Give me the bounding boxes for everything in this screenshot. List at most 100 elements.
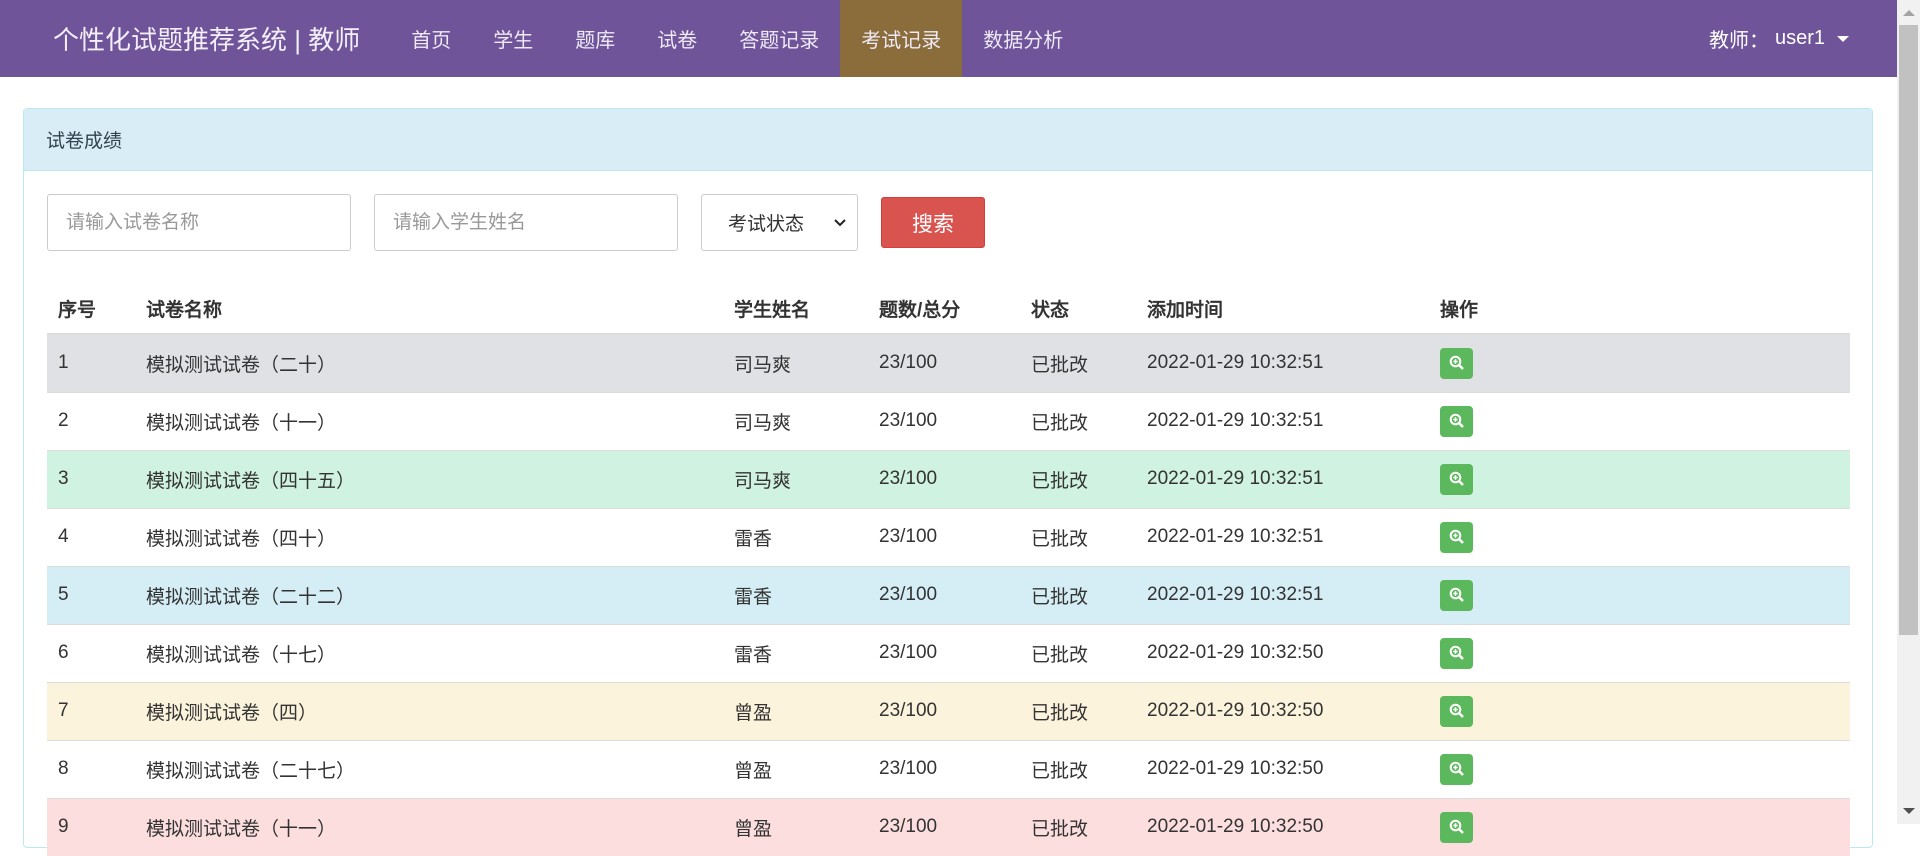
cell-action (1429, 739, 1850, 798)
cell-score: 23/100 (868, 507, 1020, 566)
table-row: 3 模拟测试试卷（四十五） 司马爽 23/100 已批改 2022-01-29 10:32… (47, 449, 1850, 508)
view-detail-button[interactable] (1440, 695, 1473, 727)
zoom-in-icon (1449, 645, 1464, 660)
cell-time: 2022-01-29 10:32:51 (1136, 391, 1429, 450)
nav-item[interactable]: 首页 (390, 0, 472, 77)
filter-bar: 考试状态 搜索 (47, 194, 985, 251)
caret-down-icon (1837, 35, 1849, 42)
cell-time: 2022-01-29 10:32:50 (1136, 797, 1429, 856)
view-detail-button[interactable] (1440, 347, 1473, 379)
cell-paper: 模拟测试试卷（二十七） (135, 739, 723, 798)
zoom-in-icon (1449, 413, 1464, 428)
table-row: 1 模拟测试试卷（二十） 司马爽 23/100 已批改 2022-01-29 10:32:… (47, 333, 1850, 392)
zoom-in-icon (1449, 471, 1464, 486)
table-row: 2 模拟测试试卷（十一） 司马爽 23/100 已批改 2022-01-29 10:32:… (47, 391, 1850, 450)
table-row: 9 模拟测试试卷（十一） 曾盈 23/100 已批改 2022-01-29 10:32:5… (47, 797, 1850, 856)
cell-status: 已批改 (1020, 391, 1136, 450)
cell-paper: 模拟测试试卷（四十） (135, 507, 723, 566)
cell-status: 已批改 (1020, 797, 1136, 856)
cell-status: 已批改 (1020, 507, 1136, 566)
chevron-down-icon (834, 218, 846, 226)
nav-item[interactable]: 学生 (472, 0, 554, 77)
cell-no: 8 (47, 739, 135, 798)
cell-no: 1 (47, 333, 135, 392)
zoom-in-icon (1449, 703, 1464, 718)
cell-score: 23/100 (868, 391, 1020, 450)
cell-time: 2022-01-29 10:32:50 (1136, 623, 1429, 682)
column-header: 操作 (1429, 284, 1850, 335)
cell-no: 6 (47, 623, 135, 682)
view-detail-button[interactable] (1440, 753, 1473, 785)
nav-item[interactable]: 答题记录 (718, 0, 840, 77)
cell-score: 23/100 (868, 449, 1020, 508)
exam-status-value: 考试状态 (728, 214, 805, 235)
cell-time: 2022-01-29 10:32:50 (1136, 739, 1429, 798)
zoom-in-icon (1449, 819, 1464, 835)
zoom-in-icon (1449, 529, 1464, 544)
scrollbar-thumb[interactable] (1899, 25, 1918, 635)
paper-name-input[interactable] (47, 194, 351, 251)
cell-student: 曾盈 (723, 797, 868, 856)
exam-status-select[interactable]: 考试状态 (701, 194, 858, 251)
cell-no: 5 (47, 565, 135, 624)
cell-action (1429, 623, 1850, 682)
cell-status: 已批改 (1020, 449, 1136, 508)
scroll-down-icon[interactable] (1903, 808, 1915, 814)
cell-time: 2022-01-29 10:32:51 (1136, 333, 1429, 392)
cell-no: 7 (47, 681, 135, 740)
cell-student: 司马爽 (723, 333, 868, 392)
column-header: 试卷名称 (135, 284, 723, 335)
cell-status: 已批改 (1020, 623, 1136, 682)
view-detail-button[interactable] (1440, 463, 1473, 495)
cell-action (1429, 333, 1850, 392)
nav-item[interactable]: 题库 (554, 0, 636, 77)
cell-student: 司马爽 (723, 449, 868, 508)
search-button[interactable]: 搜索 (881, 197, 985, 248)
table-row: 4 模拟测试试卷（四十） 雷香 23/100 已批改 2022-01-29 10:32:5… (47, 507, 1850, 566)
cell-score: 23/100 (868, 623, 1020, 682)
cell-no: 4 (47, 507, 135, 566)
cell-status: 已批改 (1020, 739, 1136, 798)
cell-status: 已批改 (1020, 565, 1136, 624)
view-detail-button[interactable] (1440, 579, 1473, 611)
table-row: 7 模拟测试试卷（四） 曾盈 23/100 已批改 2022-01-29 10:32:50 (47, 681, 1850, 740)
cell-paper: 模拟测试试卷（十一） (135, 797, 723, 856)
view-detail-button[interactable] (1440, 811, 1473, 843)
view-detail-button[interactable] (1440, 405, 1473, 437)
column-header: 题数/总分 (868, 284, 1020, 335)
user-label: 教师： (1708, 30, 1769, 52)
view-detail-button[interactable] (1440, 637, 1473, 669)
cell-time: 2022-01-29 10:32:50 (1136, 681, 1429, 740)
cell-student: 曾盈 (723, 739, 868, 798)
scrollbar[interactable] (1897, 0, 1920, 824)
cell-status: 已批改 (1020, 333, 1136, 392)
cell-score: 23/100 (868, 739, 1020, 798)
view-detail-button[interactable] (1440, 521, 1473, 553)
column-header: 学生姓名 (723, 284, 868, 335)
cell-paper: 模拟测试试卷（四） (135, 681, 723, 740)
nav-item[interactable]: 数据分析 (962, 0, 1084, 77)
zoom-in-icon (1449, 355, 1464, 371)
cell-paper: 模拟测试试卷（十一） (135, 391, 723, 450)
cell-score: 23/100 (868, 565, 1020, 624)
table-row: 6 模拟测试试卷（十七） 雷香 23/100 已批改 2022-01-29 10:32:5… (47, 623, 1850, 682)
cell-no: 2 (47, 391, 135, 450)
student-name-input[interactable] (374, 194, 678, 251)
cell-student: 雷香 (723, 507, 868, 566)
user-menu[interactable]: 教师： user1 (1709, 0, 1849, 77)
top-navbar: 个性化试题推荐系统 | 教师 首页 学生 题库 试卷 答题记录 考试记录 数据分析 教师： … (0, 0, 1897, 77)
zoom-in-icon (1449, 587, 1464, 602)
nav-item[interactable]: 考试记录 (840, 0, 963, 77)
cell-action (1429, 565, 1850, 624)
exam-scores-panel: 试卷成绩 考试状态 搜索 序号试卷名称学生姓名题数/总分状态添加时间操作 1模拟… (23, 108, 1873, 856)
table-row: 8 模拟测试试卷（二十七） 曾盈 23/100 已批改 2022-01-29 10:32:… (47, 739, 1850, 798)
cell-student: 雷香 (723, 623, 868, 682)
cell-score: 23/100 (868, 681, 1020, 740)
brand-title[interactable]: 个性化试题推荐系统 | 教师 (0, 0, 390, 77)
scroll-up-icon[interactable] (1903, 10, 1915, 16)
cell-paper: 模拟测试试卷（二十） (135, 333, 723, 392)
cell-time: 2022-01-29 10:32:51 (1136, 449, 1429, 508)
cell-score: 23/100 (868, 797, 1020, 856)
nav-item[interactable]: 试卷 (636, 0, 718, 77)
cell-action (1429, 391, 1850, 450)
